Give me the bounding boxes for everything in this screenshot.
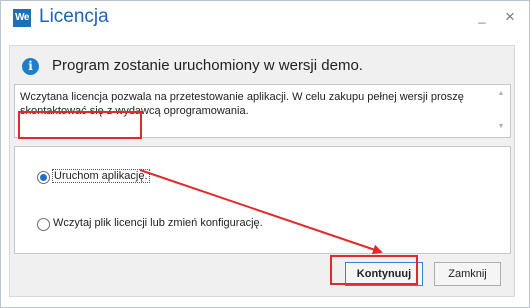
- annotation-arrow: [139, 169, 383, 255]
